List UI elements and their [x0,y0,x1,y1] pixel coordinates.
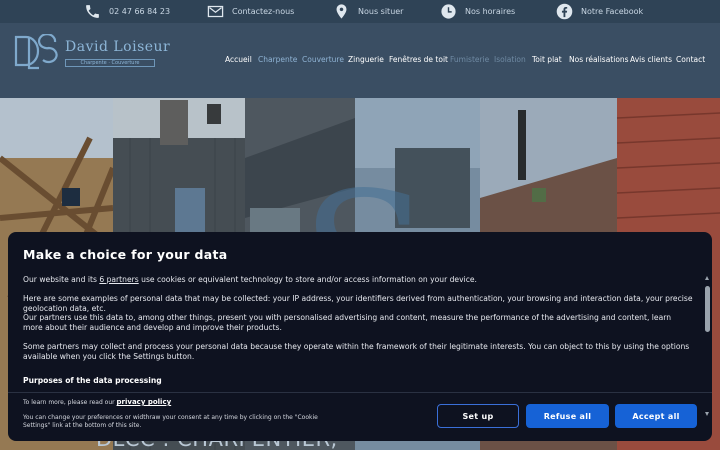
preferences-note: You can change your preferences or width… [23,414,318,429]
purposes-heading[interactable]: Purposes of the data processing [23,376,162,385]
nav-item-toit-plat[interactable]: Toit plat [532,55,562,64]
nav-item-zinguerie[interactable]: Zinguerie [348,55,384,64]
consent-scroll-area[interactable]: Make a choice for your data Our website … [8,232,704,390]
nav-item-isolation[interactable]: Isolation [494,55,526,64]
map-pin-icon [336,4,347,19]
nav-item-avis[interactable]: Avis clients [630,55,672,64]
nav-item-accueil[interactable]: Accueil [225,55,252,64]
phone-number: 02 47 66 84 23 [109,7,171,16]
nav-item-realisations[interactable]: Nos réalisations [569,55,629,64]
clock-icon [441,4,456,19]
contact-label: Contactez-nous [232,7,295,16]
location-label: Nous situer [358,7,404,16]
consent-paragraph-partners: Our partners use this data to, among oth… [23,313,672,332]
hours-link[interactable]: Nos horaires [440,0,515,23]
nav-item-fenetres[interactable]: Fenêtres de toit [389,55,448,64]
logo-name: David Loiseur [65,39,171,55]
facebook-label: Notre Facebook [581,7,644,16]
privacy-note: To learn more, please read our privacy p… [23,398,171,406]
consent-paragraph-examples: Here are some examples of personal data … [23,294,693,313]
scroll-down-arrow-icon[interactable] [705,412,709,416]
location-link[interactable]: Nous situer [333,0,403,23]
phone-icon [86,5,99,18]
nav-item-couverture[interactable]: Couverture [302,55,344,64]
consent-intro-text: Our website and its [23,275,100,284]
scrollbar-thumb[interactable] [705,286,710,332]
facebook-icon [556,3,573,20]
site-header: David Loiseur Charpente · Couverture Acc… [0,23,720,98]
main-nav: Accueil Charpente Couverture Zinguerie F… [0,55,720,69]
cookie-consent-dialog: Make a choice for your data Our website … [8,232,712,441]
consent-intro: Our website and its 6 partners use cooki… [23,275,693,285]
nav-item-contact[interactable]: Contact [676,55,705,64]
contact-link[interactable]: Contactez-nous [207,0,294,23]
refuse-all-button[interactable]: Refuse all [526,404,609,428]
consent-scrollbar[interactable] [705,272,710,416]
consent-divider [8,392,712,393]
top-contact-bar: 02 47 66 84 23 Contactez-nous Nous situe… [0,0,720,23]
privacy-note-text: To learn more, please read our [23,399,117,406]
partners-link[interactable]: 6 partners [99,275,138,284]
accept-all-button[interactable]: Accept all [615,404,697,428]
hours-label: Nos horaires [465,7,516,16]
consent-title: Make a choice for your data [23,247,228,262]
nav-item-charpente[interactable]: Charpente [258,55,297,64]
nav-item-fumisterie[interactable]: Fumisterie [450,55,489,64]
phone-link[interactable]: 02 47 66 84 23 [84,0,170,23]
facebook-link[interactable]: Notre Facebook [556,0,643,23]
privacy-policy-link[interactable]: privacy policy [117,398,172,406]
envelope-icon [207,5,224,18]
consent-intro-text-end: use cookies or equivalent technology to … [138,275,477,284]
scroll-up-arrow-icon[interactable] [705,276,709,280]
consent-paragraph-interests: Some partners may collect and process yo… [23,342,690,361]
set-up-button[interactable]: Set up [437,404,519,428]
